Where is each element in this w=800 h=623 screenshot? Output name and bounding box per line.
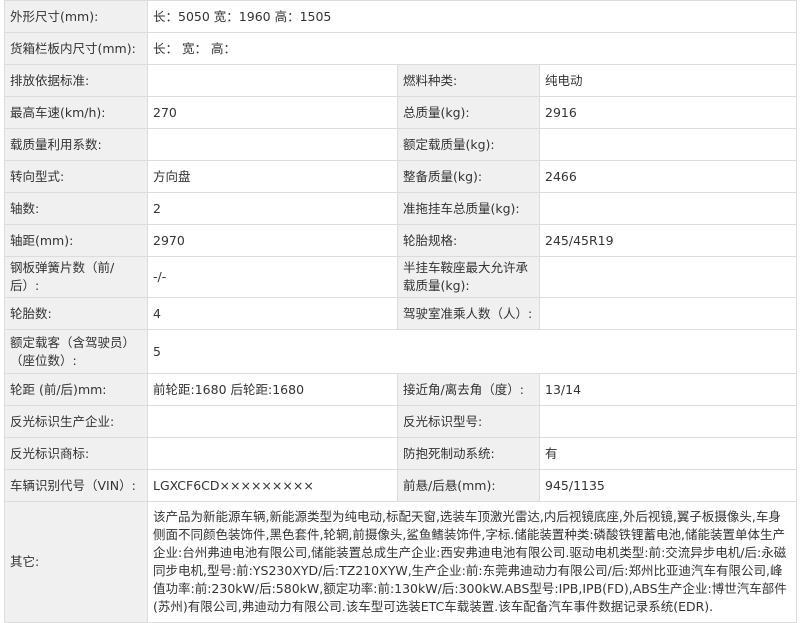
spec-value-reflector-maker [147,405,398,438]
spec-label-cargo-box: 货箱栏板内尺寸(mm): [4,32,148,65]
spec-row: 载质量利用系数: 额定载质量(kg): [4,128,798,161]
spec-label-tire-spec: 轮胎规格: [397,224,540,257]
spec-row-dimensions: 外形尺寸(mm): 长：5050 宽：1960 高：1505 [4,0,798,33]
spec-value-dimensions: 长：5050 宽：1960 高：1505 [146,0,798,33]
spec-value-cargo-box: 长： 宽： 高： [146,32,798,65]
spec-label-total-mass: 总质量(kg): [397,96,540,129]
spec-value-seats: 5 [146,329,798,374]
spec-value-tire-count: 4 [147,297,398,330]
spec-row: 转向型式: 方向盘 整备质量(kg): 2466 [4,160,798,193]
spec-value-saddle-load [538,256,798,298]
spec-row: 钢板弹簧片数（前/后）: -/- 半挂车鞍座最大允许承载质量(kg): [4,256,798,298]
spec-row: 排放依据标准: 燃料种类: 纯电动 [4,64,798,97]
vehicle-spec-table: 外形尺寸(mm): 长：5050 宽：1960 高：1505 货箱栏板内尺寸(m… [4,0,798,623]
spec-value-emission-standard [147,64,398,97]
spec-label-other: 其它: [4,501,148,623]
spec-row: 反光标识商标: 防抱死制动系统: 有 [4,437,798,470]
spec-label-max-speed: 最高车速(km/h): [4,96,148,129]
spec-value-overhang: 945/1135 [538,469,798,502]
spec-value-axles: 2 [147,192,398,225]
spec-value-vin: LGXCF6CD××××××××× [147,469,398,502]
spec-label-saddle-load: 半挂车鞍座最大允许承载质量(kg): [397,256,540,298]
spec-label-wheelbase: 轴距(mm): [4,224,148,257]
spec-value-other: 该产品为新能源车辆,新能源类型为纯电动,标配天窗,选装车顶激光雷达,内后视镜底座… [146,501,798,623]
spec-row: 轮距 (前/后)mm: 前轮距:1680 后轮距:1680 接近角/离去角（度）… [4,373,798,406]
spec-label-seats: 额定载客（含驾驶员）（座位数）: [4,329,148,374]
spec-value-max-speed: 270 [147,96,398,129]
spec-row: 最高车速(km/h): 270 总质量(kg): 2916 [4,96,798,129]
spec-label-leaf-springs: 钢板弹簧片数（前/后）: [4,256,148,298]
spec-value-approach-departure: 13/14 [538,373,798,406]
spec-label-reflector-brand: 反光标识商标: [4,437,148,470]
spec-label-track-width: 轮距 (前/后)mm: [4,373,148,406]
spec-row: 反光标识生产企业: 反光标识型号: [4,405,798,438]
spec-row-other: 其它: 该产品为新能源车辆,新能源类型为纯电动,标配天窗,选装车顶激光雷达,内后… [4,501,798,623]
spec-label-dimensions: 外形尺寸(mm): [4,0,148,33]
spec-row: 轴数: 2 准拖挂车总质量(kg): [4,192,798,225]
spec-label-overhang: 前悬/后悬(mm): [397,469,540,502]
spec-row: 轮胎数: 4 驾驶室准乘人数（人）: [4,297,798,330]
spec-value-reflector-model [538,405,798,438]
spec-label-emission-standard: 排放依据标准: [4,64,148,97]
spec-label-abs: 防抱死制动系统: [397,437,540,470]
spec-label-steering: 转向型式: [4,160,148,193]
spec-label-approach-departure: 接近角/离去角（度）: [397,373,540,406]
spec-value-cab-passengers [538,297,798,330]
spec-label-cab-passengers: 驾驶室准乘人数（人）: [397,297,540,330]
spec-label-reflector-maker: 反光标识生产企业: [4,405,148,438]
spec-value-fuel-type: 纯电动 [538,64,798,97]
spec-value-curb-mass: 2466 [538,160,798,193]
spec-label-tire-count: 轮胎数: [4,297,148,330]
spec-label-axles: 轴数: [4,192,148,225]
spec-label-rated-load: 额定载质量(kg): [397,128,540,161]
spec-value-total-mass: 2916 [538,96,798,129]
spec-value-tire-spec: 245/45R19 [538,224,798,257]
spec-value-abs: 有 [538,437,798,470]
spec-value-reflector-brand [147,437,398,470]
spec-value-trailer-mass [538,192,798,225]
spec-value-steering: 方向盘 [147,160,398,193]
spec-row-cargo-box: 货箱栏板内尺寸(mm): 长： 宽： 高： [4,32,798,65]
spec-label-curb-mass: 整备质量(kg): [397,160,540,193]
spec-row-seats: 额定载客（含驾驶员）（座位数）: 5 [4,329,798,374]
spec-row: 轴距(mm): 2970 轮胎规格: 245/45R19 [4,224,798,257]
spec-label-vin: 车辆识别代号（VIN）: [4,469,148,502]
spec-value-load-utilization [147,128,398,161]
spec-value-leaf-springs: -/- [147,256,398,298]
spec-label-reflector-model: 反光标识型号: [397,405,540,438]
spec-value-rated-load [538,128,798,161]
spec-label-trailer-mass: 准拖挂车总质量(kg): [397,192,540,225]
spec-value-track-width: 前轮距:1680 后轮距:1680 [147,373,398,406]
spec-label-load-utilization: 载质量利用系数: [4,128,148,161]
spec-row: 车辆识别代号（VIN）: LGXCF6CD××××××××× 前悬/后悬(mm)… [4,469,798,502]
spec-label-fuel-type: 燃料种类: [397,64,540,97]
spec-value-wheelbase: 2970 [147,224,398,257]
